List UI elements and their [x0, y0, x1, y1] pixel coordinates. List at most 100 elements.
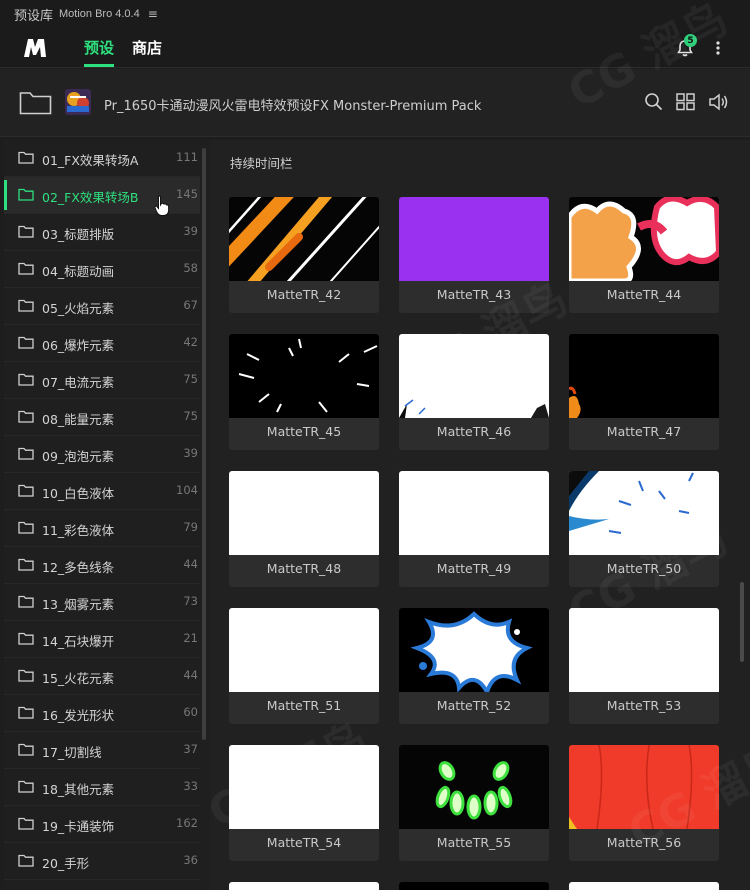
preset-card[interactable]: MatteTR_45	[229, 334, 379, 450]
preset-thumbnail[interactable]	[229, 471, 379, 555]
sidebar-category-item[interactable]: 18_其他元素 33	[4, 769, 200, 806]
sidebar-category-item[interactable]: 12_多色线条 44	[4, 547, 200, 584]
preset-card-partial[interactable]	[399, 882, 549, 890]
preset-card[interactable]: MatteTR_49	[399, 471, 549, 587]
preset-card[interactable]: MatteTR_55	[399, 745, 549, 861]
hamburger-menu-icon[interactable]: ≡	[148, 7, 158, 21]
sidebar-category-item[interactable]: 08_能量元素 75	[4, 399, 200, 436]
folder-icon	[18, 780, 34, 793]
category-label: 19_卡通装饰	[42, 819, 115, 834]
sidebar-category-item[interactable]: 04_标题动画 58	[4, 251, 200, 288]
category-label: 13_烟雾元素	[42, 597, 115, 612]
sidebar-category-item[interactable]: 19_卡通装饰 162	[4, 806, 200, 843]
preset-card-partial[interactable]	[569, 882, 719, 890]
folder-icon	[18, 669, 34, 682]
sidebar-category-item[interactable]: 20_手形 36	[4, 843, 200, 880]
sidebar-category-item[interactable]: 15_火花元素 44	[4, 658, 200, 695]
category-count: 104	[176, 483, 198, 497]
preset-name: MatteTR_54	[266, 835, 342, 850]
sidebar-category-item[interactable]: 06_爆炸元素 42	[4, 325, 200, 362]
preset-card[interactable]: MatteTR_47	[569, 334, 719, 450]
category-count: 60	[183, 705, 198, 719]
preset-thumbnail[interactable]	[229, 197, 379, 281]
category-count: 67	[183, 298, 198, 312]
folder-icon	[18, 373, 34, 386]
preset-thumbnail[interactable]	[399, 745, 549, 829]
sidebar-category-item[interactable]: 17_切割线 37	[4, 732, 200, 769]
preset-thumbnail[interactable]	[569, 471, 719, 555]
folder-icon	[18, 447, 34, 460]
grid-view-icon[interactable]	[675, 92, 697, 112]
category-sidebar: 01_FX效果转场A 111 02_FX效果转场B 145 03_标题排版 39 04_标题…	[4, 140, 210, 890]
preset-grid-panel: 持续时间栏 MatteTR_42 MatteTR_43 MatteTR_44 Matt…	[210, 140, 750, 890]
preset-card-partial[interactable]	[229, 882, 379, 890]
preset-card[interactable]: MatteTR_56	[569, 745, 719, 861]
category-count: 44	[183, 557, 198, 571]
preset-card[interactable]: MatteTR_43	[399, 197, 549, 313]
sidebar-category-item[interactable]: 14_石块爆开 21	[4, 621, 200, 658]
tab-store[interactable]: 商店	[132, 37, 162, 58]
preset-thumbnail[interactable]	[399, 334, 549, 418]
preset-card[interactable]: MatteTR_52	[399, 608, 549, 724]
preset-thumbnail[interactable]	[569, 608, 719, 692]
category-label: 20_手形	[42, 856, 90, 871]
category-count: 37	[183, 742, 198, 756]
preset-thumbnail[interactable]	[399, 197, 549, 281]
preset-thumbnail[interactable]	[569, 334, 719, 418]
category-label: 05_火焰元素	[42, 301, 115, 316]
preset-thumbnail[interactable]	[229, 745, 379, 829]
sidebar-category-item[interactable]: 07_电流元素 75	[4, 362, 200, 399]
preset-thumbnail[interactable]	[569, 745, 719, 829]
more-options-icon[interactable]	[710, 38, 726, 58]
folder-icon	[18, 706, 34, 719]
sidebar-category-item[interactable]: 05_火焰元素 67	[4, 288, 200, 325]
preset-card[interactable]: MatteTR_53	[569, 608, 719, 724]
preset-name: MatteTR_56	[606, 835, 682, 850]
sidebar-category-item[interactable]: 02_FX效果转场B 145	[4, 177, 200, 214]
sidebar-scrollbar[interactable]	[202, 148, 206, 740]
sidebar-category-item[interactable]: 03_标题排版 39	[4, 214, 200, 251]
preset-card[interactable]: MatteTR_54	[229, 745, 379, 861]
preset-card[interactable]: MatteTR_46	[399, 334, 549, 450]
folder-icon	[18, 595, 34, 608]
preset-name: MatteTR_44	[606, 287, 682, 302]
category-count: 58	[183, 261, 198, 275]
sidebar-category-item[interactable]: 13_烟雾元素 73	[4, 584, 200, 621]
window-titlebar: 预设库 Motion Bro 4.0.4 ≡	[0, 0, 750, 28]
sidebar-category-item[interactable]: 10_白色液体 104	[4, 473, 200, 510]
pack-header: Pr_1650卡通动漫风火雷电特效预设FX Monster-Premium Pa…	[0, 69, 750, 137]
grid-scrollbar[interactable]	[740, 582, 744, 662]
sidebar-category-item[interactable]: 09_泡泡元素 39	[4, 436, 200, 473]
preset-name: MatteTR_52	[436, 698, 512, 713]
category-count: 44	[183, 668, 198, 682]
category-label: 01_FX效果转场A	[42, 153, 139, 168]
category-label: 14_石块爆开	[42, 634, 115, 649]
preset-thumbnail[interactable]	[399, 608, 549, 692]
section-title: 持续时间栏	[230, 156, 293, 171]
preset-card[interactable]: MatteTR_48	[229, 471, 379, 587]
preset-name: MatteTR_46	[436, 424, 512, 439]
preset-name: MatteTR_53	[606, 698, 682, 713]
category-label: 10_白色液体	[42, 486, 115, 501]
preset-thumbnail[interactable]	[229, 608, 379, 692]
app-version: Motion Bro 4.0.4	[59, 8, 140, 20]
preset-name: MatteTR_47	[606, 424, 682, 439]
preset-thumbnail[interactable]	[229, 334, 379, 418]
folder-icon	[18, 854, 34, 867]
search-icon[interactable]	[643, 92, 665, 112]
preset-thumbnail[interactable]	[399, 471, 549, 555]
preset-card[interactable]: MatteTR_42	[229, 197, 379, 313]
folder-icon	[18, 225, 34, 238]
folder-icon	[18, 262, 34, 275]
motion-bro-logo-icon[interactable]	[22, 36, 48, 60]
sidebar-category-item[interactable]: 11_彩色液体 79	[4, 510, 200, 547]
folder-icon[interactable]	[19, 89, 52, 115]
volume-icon[interactable]	[708, 92, 730, 112]
preset-card[interactable]: MatteTR_44	[569, 197, 719, 313]
sidebar-category-item[interactable]: 16_发光形状 60	[4, 695, 200, 732]
sidebar-category-item[interactable]: 01_FX效果转场A 111	[4, 140, 200, 177]
preset-thumbnail[interactable]	[569, 197, 719, 281]
preset-card[interactable]: MatteTR_51	[229, 608, 379, 724]
preset-card[interactable]: MatteTR_50	[569, 471, 719, 587]
tab-presets[interactable]: 预设	[84, 37, 115, 67]
